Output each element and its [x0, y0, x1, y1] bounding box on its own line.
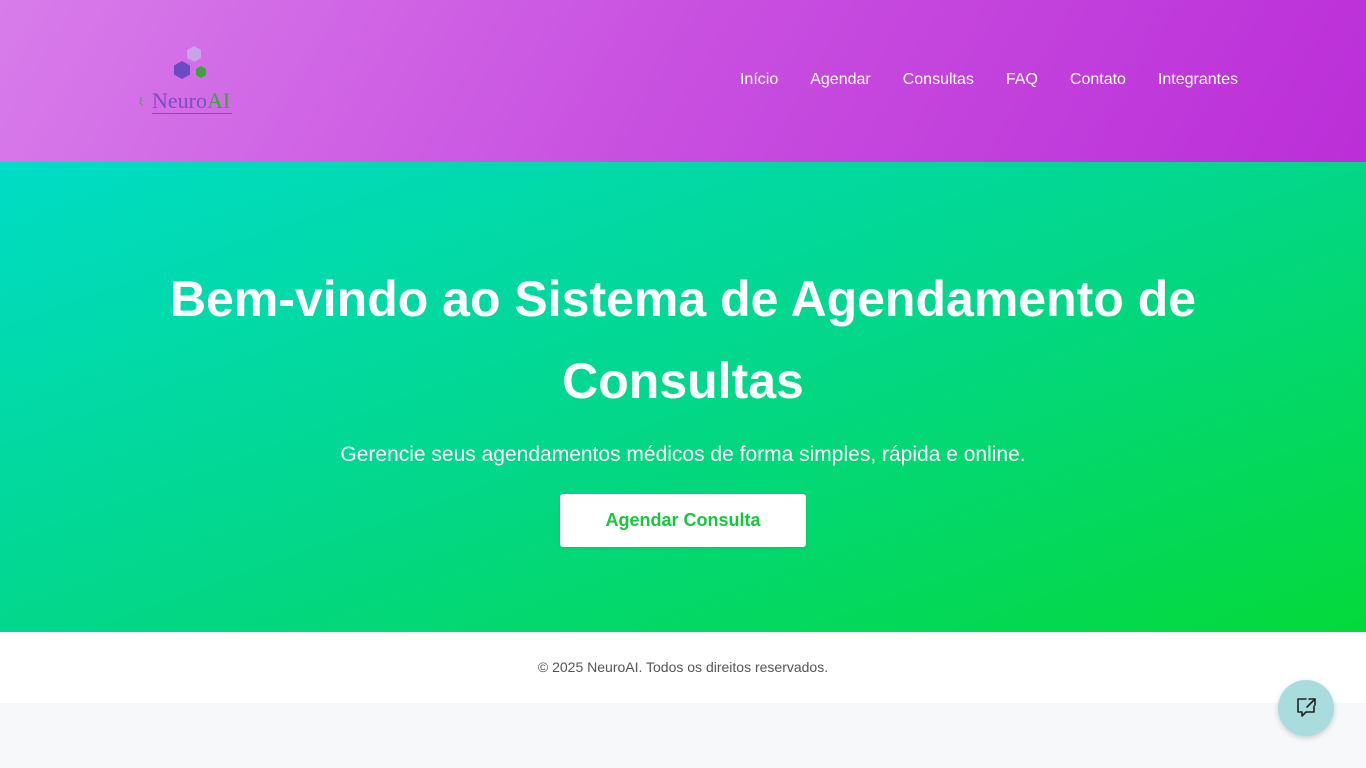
- site-footer: © 2025 NeuroAI. Todos os direitos reserv…: [0, 632, 1366, 703]
- nav-item-contato[interactable]: Contato: [1070, 70, 1126, 90]
- hexagon-cluster-icon: [174, 46, 206, 79]
- logo-small-mark: ξ: [139, 96, 144, 106]
- nav-item-agendar[interactable]: Agendar: [810, 70, 871, 90]
- logo-text-part2: AI: [206, 88, 231, 113]
- nav-item-integrantes[interactable]: Integrantes: [1158, 70, 1238, 90]
- logo-text: NeuroAI: [152, 88, 233, 114]
- nav-item-inicio[interactable]: Início: [740, 70, 778, 90]
- nav-item-consultas[interactable]: Consultas: [903, 70, 974, 90]
- copyright-text: © 2025 NeuroAI. Todos os direitos reserv…: [537, 659, 829, 675]
- hero-title: Bem-vindo ao Sistema de Agendamento de C…: [169, 271, 1197, 409]
- site-header: ξ NeuroAI Início Agendar Consultas FAQ C…: [0, 0, 1366, 162]
- logo-text-part1: Neuro: [152, 88, 207, 113]
- hero-subtitle: Gerencie seus agendamentos médicos de fo…: [340, 443, 1026, 466]
- chat-external-icon: [1297, 698, 1316, 717]
- nav-item-faq[interactable]: FAQ: [1006, 70, 1038, 90]
- hero-section: Bem-vindo ao Sistema de Agendamento de C…: [0, 162, 1366, 632]
- chat-button[interactable]: [1278, 680, 1334, 736]
- logo[interactable]: ξ NeuroAI: [138, 44, 248, 118]
- main-nav: Início Agendar Consultas FAQ Contato Int…: [740, 70, 1238, 90]
- schedule-appointment-button[interactable]: Agendar Consulta: [560, 494, 806, 547]
